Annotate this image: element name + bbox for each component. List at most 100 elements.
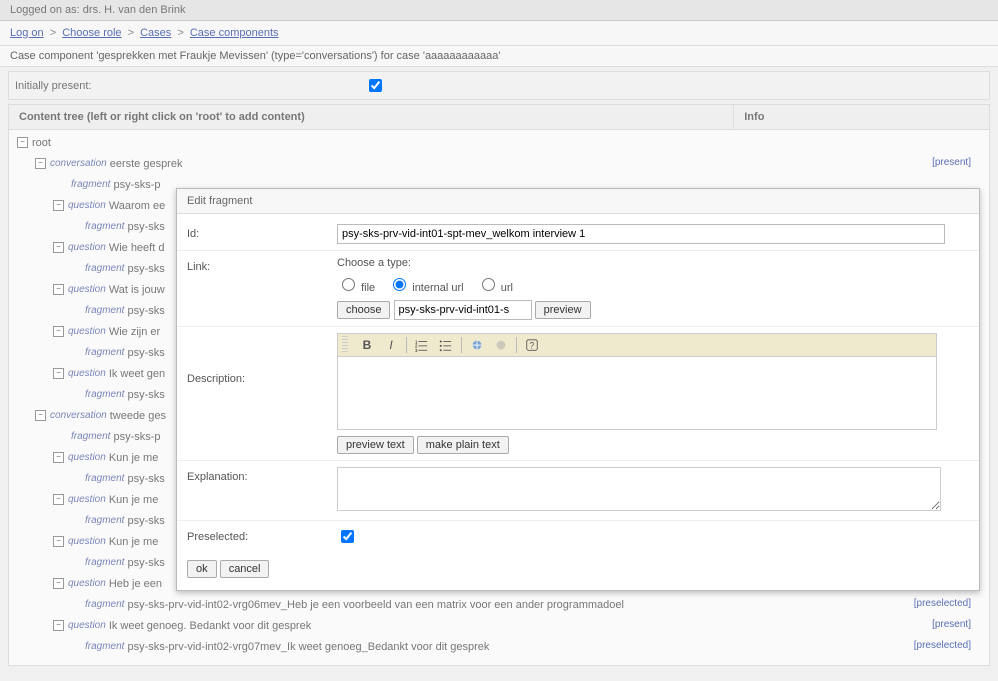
initially-present-checkbox[interactable] xyxy=(369,79,382,92)
node-type: question xyxy=(68,448,106,468)
radio-url[interactable] xyxy=(482,278,495,291)
tree-node[interactable]: Wat is jouw xyxy=(109,280,165,300)
node-type: fragment xyxy=(85,553,124,573)
choose-button[interactable]: choose xyxy=(337,301,390,319)
unordered-list-icon[interactable] xyxy=(437,336,455,354)
preview-text-button[interactable]: preview text xyxy=(337,436,414,454)
svg-text:?: ? xyxy=(529,341,534,351)
collapse-icon[interactable]: − xyxy=(17,137,28,148)
collapse-icon[interactable]: − xyxy=(53,200,64,211)
ok-button[interactable]: ok xyxy=(187,560,217,578)
tree-root[interactable]: root xyxy=(32,133,51,153)
tree-node[interactable]: psy-sks xyxy=(127,385,164,405)
preselected-checkbox[interactable] xyxy=(341,530,354,543)
collapse-icon[interactable]: − xyxy=(53,536,64,547)
status-present: [present] xyxy=(932,615,971,636)
tree-node[interactable]: psy-sks xyxy=(127,259,164,279)
id-input[interactable] xyxy=(337,224,945,244)
content-tree-header: Content tree (left or right click on 'ro… xyxy=(9,105,734,129)
tree-node[interactable]: psy-sks xyxy=(127,469,164,489)
breadcrumb-cases[interactable]: Cases xyxy=(140,27,171,39)
edit-fragment-modal: Edit fragment Id: Link: Choose a type: f… xyxy=(176,188,980,591)
tree-node[interactable]: psy-sks xyxy=(127,343,164,363)
radio-internal-label[interactable]: internal url xyxy=(388,282,463,294)
breadcrumb-sep: > xyxy=(50,27,56,39)
tree-node[interactable]: Ik weet gen xyxy=(109,364,165,384)
info-header: Info xyxy=(734,105,989,129)
initially-present-label: Initially present: xyxy=(15,80,365,92)
status-present: [present] xyxy=(932,153,971,174)
collapse-icon[interactable]: − xyxy=(53,578,64,589)
collapse-icon[interactable]: − xyxy=(35,410,46,421)
status-preselected: [preselected] xyxy=(914,594,971,615)
tree-node[interactable]: Wie heeft d xyxy=(109,238,165,258)
node-type: question xyxy=(68,616,106,636)
tree-node[interactable]: psy-sks-prv-vid-int02-vrg07mev_Ik weet g… xyxy=(127,637,489,657)
tree-node[interactable]: psy-sks xyxy=(127,553,164,573)
tree-node[interactable]: tweede ges xyxy=(110,406,166,426)
choose-type-label: Choose a type: xyxy=(337,257,969,269)
node-type: fragment xyxy=(71,427,110,447)
collapse-icon[interactable]: − xyxy=(53,284,64,295)
node-type: fragment xyxy=(85,259,124,279)
tree-node[interactable]: psy-sks xyxy=(127,511,164,531)
tree-node[interactable]: Wie zijn er xyxy=(109,322,160,342)
radio-url-label[interactable]: url xyxy=(477,282,513,294)
collapse-icon[interactable]: − xyxy=(53,326,64,337)
breadcrumb-case-components[interactable]: Case components xyxy=(190,27,279,39)
radio-file[interactable] xyxy=(342,278,355,291)
help-icon[interactable]: ? xyxy=(523,336,541,354)
id-label: Id: xyxy=(187,224,337,240)
collapse-icon[interactable]: − xyxy=(53,452,64,463)
tree-node[interactable]: psy-sks-p xyxy=(113,175,160,195)
status-preselected: [preselected] xyxy=(914,636,971,657)
link-icon[interactable] xyxy=(468,336,486,354)
bold-icon[interactable]: B xyxy=(358,336,376,354)
collapse-icon[interactable]: − xyxy=(35,158,46,169)
node-type: question xyxy=(68,196,106,216)
tree-node[interactable]: psy-sks-p xyxy=(113,427,160,447)
tree-node[interactable]: Kun je me xyxy=(109,448,159,468)
italic-icon[interactable]: I xyxy=(382,336,400,354)
node-type: question xyxy=(68,280,106,300)
node-type: question xyxy=(68,322,106,342)
radio-file-label[interactable]: file xyxy=(337,282,375,294)
node-type: conversation xyxy=(50,406,107,426)
breadcrumb-choose-role[interactable]: Choose role xyxy=(62,27,121,39)
link-label: Link: xyxy=(187,257,337,273)
node-type: question xyxy=(68,532,106,552)
unlink-icon[interactable] xyxy=(492,336,510,354)
breadcrumb-logon[interactable]: Log on xyxy=(10,27,44,39)
node-type: fragment xyxy=(85,637,124,657)
link-value-input[interactable] xyxy=(394,300,532,320)
preselected-label: Preselected: xyxy=(187,527,337,543)
collapse-icon[interactable]: − xyxy=(53,368,64,379)
node-type: fragment xyxy=(71,175,110,195)
collapse-icon[interactable]: − xyxy=(53,620,64,631)
cancel-button[interactable]: cancel xyxy=(220,560,270,578)
description-label: Description: xyxy=(187,333,337,385)
node-type: question xyxy=(68,490,106,510)
tree-node[interactable]: eerste gesprek xyxy=(110,154,183,174)
collapse-icon[interactable]: − xyxy=(53,242,64,253)
ordered-list-icon[interactable]: 123 xyxy=(413,336,431,354)
node-type: fragment xyxy=(85,511,124,531)
node-type: fragment xyxy=(85,595,124,615)
breadcrumb-sep: > xyxy=(128,27,134,39)
tree-node[interactable]: Kun je me xyxy=(109,532,159,552)
radio-internal-url[interactable] xyxy=(393,278,406,291)
tree-node[interactable]: psy-sks xyxy=(127,217,164,237)
toolbar-grip-icon[interactable] xyxy=(342,336,348,354)
make-plain-text-button[interactable]: make plain text xyxy=(417,436,509,454)
collapse-icon[interactable]: − xyxy=(53,494,64,505)
tree-node[interactable]: Heb je een xyxy=(109,574,162,594)
breadcrumb: Log on > Choose role > Cases > Case comp… xyxy=(0,21,998,46)
preview-button[interactable]: preview xyxy=(535,301,591,319)
tree-node[interactable]: psy-sks xyxy=(127,301,164,321)
tree-node[interactable]: psy-sks-prv-vid-int02-vrg06mev_Heb je ee… xyxy=(127,595,623,615)
explanation-textarea[interactable] xyxy=(337,467,941,511)
tree-node[interactable]: Kun je me xyxy=(109,490,159,510)
tree-node[interactable]: Ik weet genoeg. Bedankt voor dit gesprek xyxy=(109,616,311,636)
tree-node[interactable]: Waarom ee xyxy=(109,196,165,216)
description-editor[interactable] xyxy=(337,356,937,430)
